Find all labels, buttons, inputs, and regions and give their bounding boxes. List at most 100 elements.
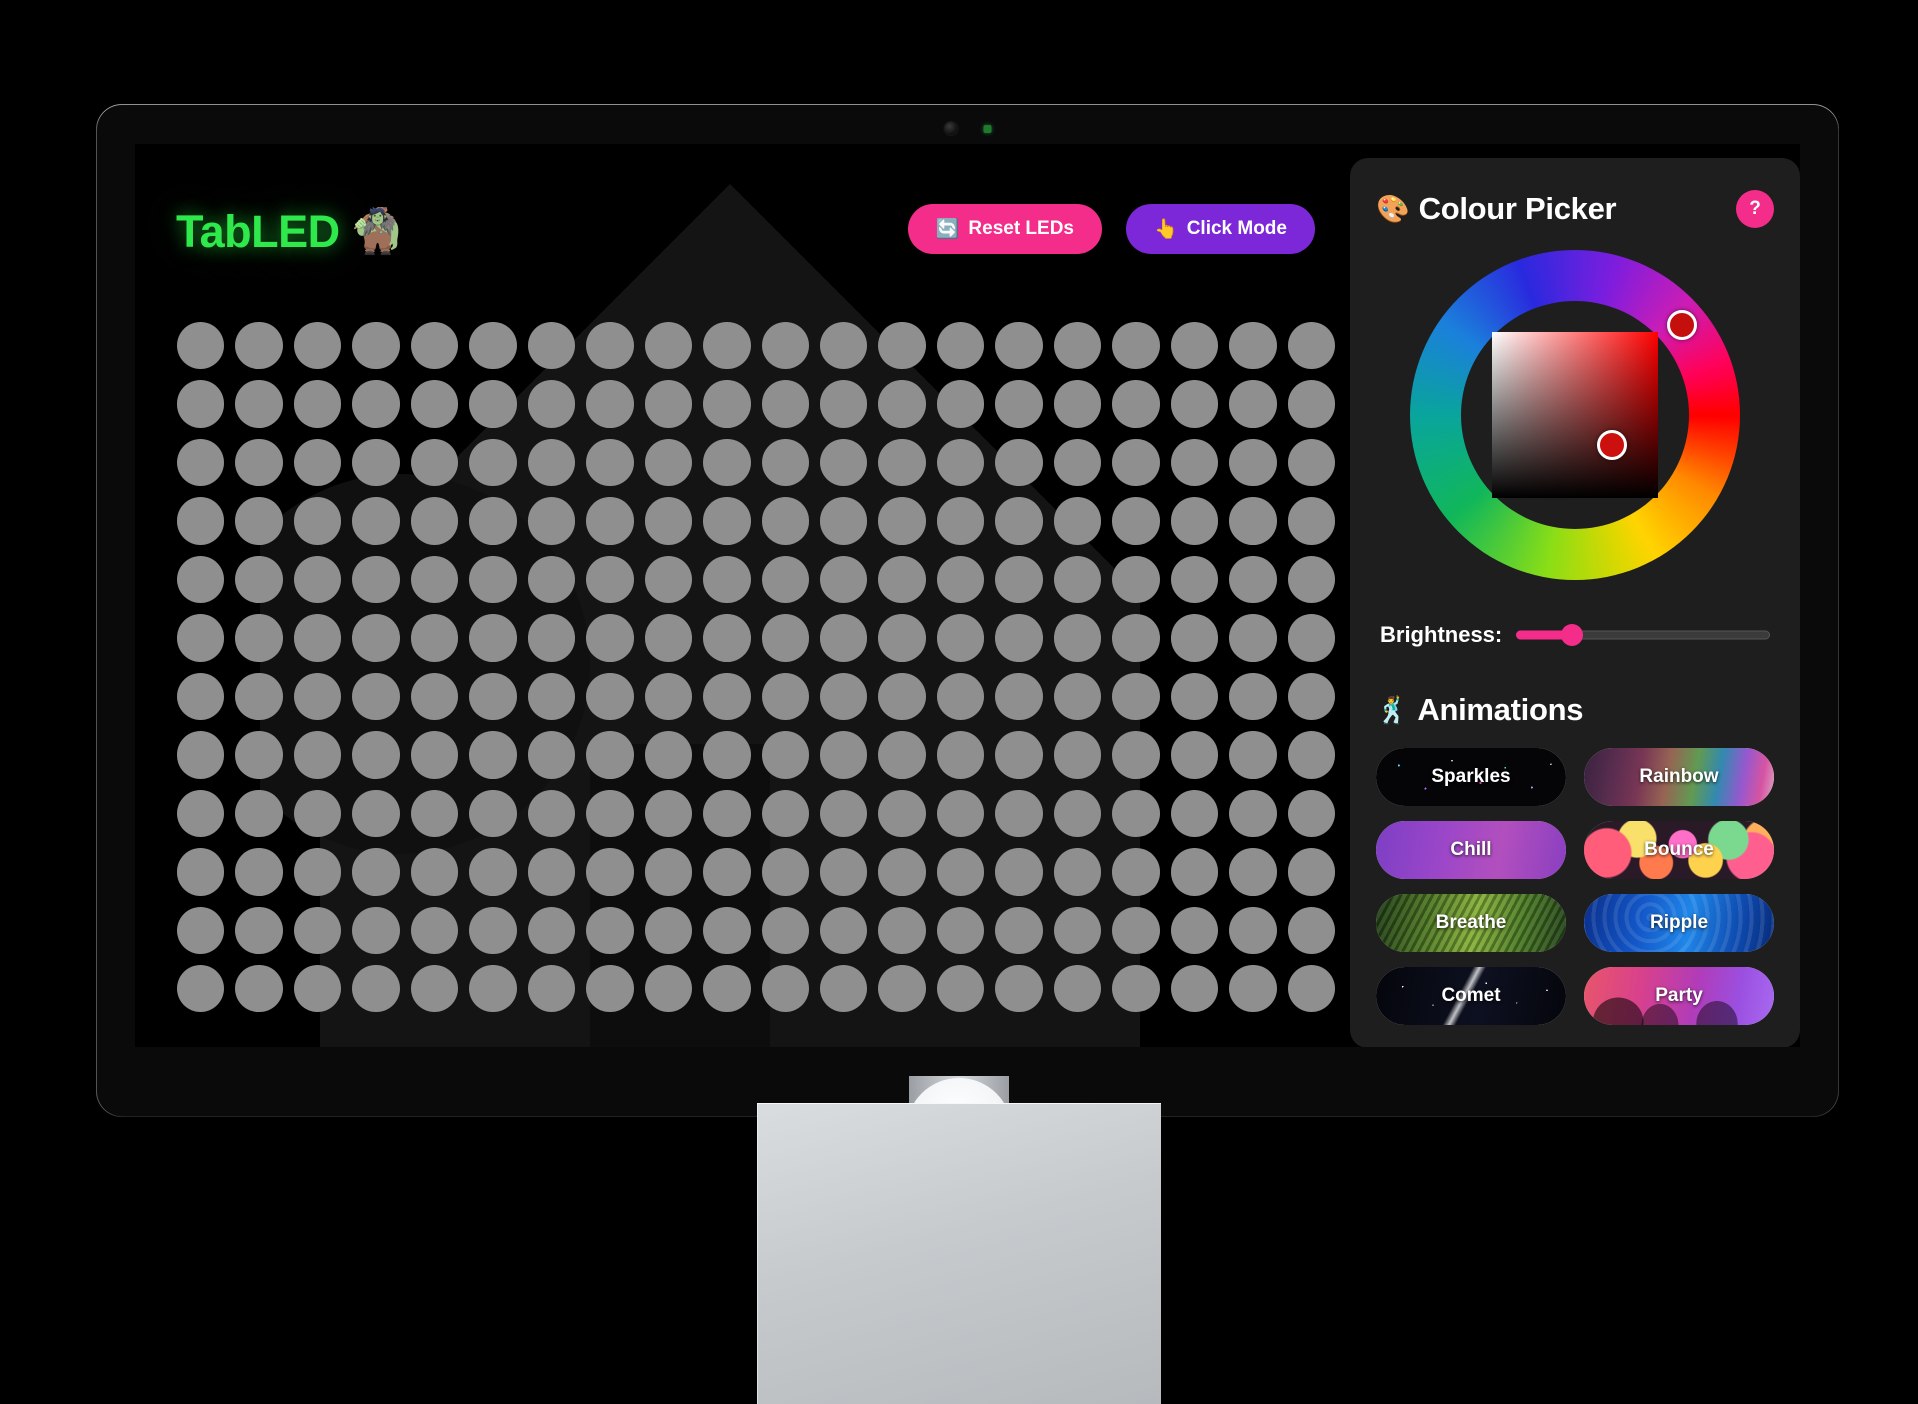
led-cell[interactable] (352, 848, 400, 896)
led-cell[interactable] (878, 497, 926, 545)
led-cell[interactable] (1170, 614, 1219, 662)
led-cell[interactable] (293, 906, 342, 954)
led-cell[interactable] (527, 614, 576, 662)
led-cell[interactable] (293, 848, 342, 896)
led-cell[interactable] (644, 614, 693, 662)
led-cell[interactable] (1053, 497, 1102, 545)
led-cell[interactable] (586, 614, 634, 662)
led-cell[interactable] (469, 964, 517, 1013)
animation-button-comet[interactable]: Comet (1376, 967, 1566, 1025)
led-cell[interactable] (235, 731, 283, 779)
led-cell[interactable] (235, 614, 283, 662)
saturation-value-square[interactable] (1492, 332, 1658, 498)
led-cell[interactable] (644, 731, 693, 779)
led-cell[interactable] (410, 322, 459, 370)
led-cell[interactable] (878, 789, 926, 838)
led-cell[interactable] (586, 497, 634, 545)
led-cell[interactable] (1170, 555, 1219, 604)
led-cell[interactable] (1287, 614, 1336, 662)
led-cell[interactable] (1287, 438, 1336, 487)
led-cell[interactable] (469, 438, 517, 487)
led-cell[interactable] (527, 380, 576, 428)
led-cell[interactable] (644, 789, 693, 838)
led-cell[interactable] (1287, 906, 1336, 954)
led-cell[interactable] (995, 672, 1043, 721)
led-cell[interactable] (878, 964, 926, 1013)
led-cell[interactable] (1053, 964, 1102, 1013)
led-cell[interactable] (1170, 497, 1219, 545)
led-cell[interactable] (1229, 789, 1277, 838)
led-cell[interactable] (703, 672, 751, 721)
led-cell[interactable] (1287, 848, 1336, 896)
led-cell[interactable] (1053, 789, 1102, 838)
led-cell[interactable] (1053, 380, 1102, 428)
led-cell[interactable] (410, 497, 459, 545)
animation-button-bounce[interactable]: Bounce (1584, 821, 1774, 879)
led-cell[interactable] (644, 964, 693, 1013)
led-cell[interactable] (936, 672, 985, 721)
led-cell[interactable] (293, 614, 342, 662)
led-cell[interactable] (293, 789, 342, 838)
led-cell[interactable] (527, 672, 576, 721)
help-button[interactable]: ? (1736, 190, 1774, 228)
animation-button-chill[interactable]: Chill (1376, 821, 1566, 879)
led-cell[interactable] (1170, 380, 1219, 428)
led-cell[interactable] (644, 438, 693, 487)
led-cell[interactable] (936, 322, 985, 370)
led-cell[interactable] (586, 672, 634, 721)
led-cell[interactable] (177, 848, 225, 896)
led-cell[interactable] (1170, 964, 1219, 1013)
led-cell[interactable] (819, 322, 868, 370)
led-cell[interactable] (1112, 672, 1160, 721)
led-cell[interactable] (1287, 789, 1336, 838)
reset-leds-button[interactable]: 🔄 Reset LEDs (907, 204, 1103, 254)
led-cell[interactable] (527, 731, 576, 779)
led-cell[interactable] (819, 731, 868, 779)
led-cell[interactable] (410, 614, 459, 662)
led-cell[interactable] (1170, 789, 1219, 838)
led-cell[interactable] (1170, 322, 1219, 370)
led-cell[interactable] (761, 380, 809, 428)
led-cell[interactable] (469, 731, 517, 779)
led-cell[interactable] (878, 672, 926, 721)
led-cell[interactable] (761, 848, 809, 896)
led-cell[interactable] (995, 848, 1043, 896)
led-cell[interactable] (1112, 789, 1160, 838)
led-cell[interactable] (761, 731, 809, 779)
hue-handle[interactable] (1666, 310, 1697, 341)
led-cell[interactable] (703, 848, 751, 896)
led-cell[interactable] (586, 848, 634, 896)
led-cell[interactable] (819, 848, 868, 896)
led-cell[interactable] (819, 964, 868, 1013)
led-cell[interactable] (1053, 614, 1102, 662)
led-cell[interactable] (761, 555, 809, 604)
led-cell[interactable] (703, 964, 751, 1013)
led-cell[interactable] (819, 555, 868, 604)
led-cell[interactable] (410, 848, 459, 896)
led-matrix[interactable] (177, 322, 1336, 1013)
led-cell[interactable] (527, 906, 576, 954)
led-cell[interactable] (703, 380, 751, 428)
led-cell[interactable] (703, 731, 751, 779)
led-cell[interactable] (177, 438, 225, 487)
led-cell[interactable] (235, 848, 283, 896)
led-cell[interactable] (1170, 848, 1219, 896)
led-cell[interactable] (235, 322, 283, 370)
led-cell[interactable] (995, 438, 1043, 487)
led-cell[interactable] (936, 614, 985, 662)
led-cell[interactable] (352, 322, 400, 370)
led-cell[interactable] (527, 848, 576, 896)
led-cell[interactable] (586, 438, 634, 487)
colour-wheel[interactable] (1410, 250, 1740, 580)
led-cell[interactable] (1112, 731, 1160, 779)
led-cell[interactable] (1053, 848, 1102, 896)
led-cell[interactable] (586, 380, 634, 428)
led-cell[interactable] (1229, 614, 1277, 662)
led-cell[interactable] (936, 906, 985, 954)
led-cell[interactable] (235, 555, 283, 604)
led-cell[interactable] (1229, 322, 1277, 370)
led-cell[interactable] (878, 380, 926, 428)
led-cell[interactable] (878, 555, 926, 604)
led-cell[interactable] (177, 964, 225, 1013)
led-cell[interactable] (936, 555, 985, 604)
